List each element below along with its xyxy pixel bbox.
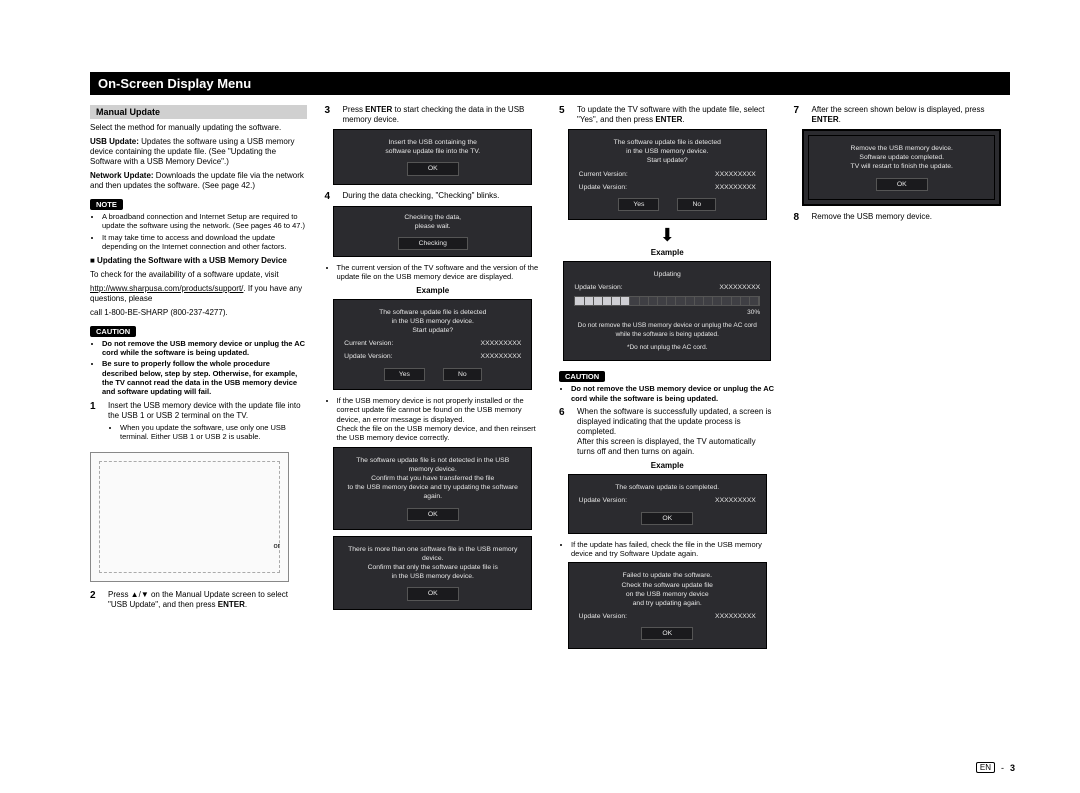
step-number: 8 [794, 212, 806, 223]
osd-update-failed: Failed to update the software. Check the… [568, 562, 767, 649]
note-list: A broadband connection and Internet Setu… [90, 212, 307, 252]
osd-update-complete: The software update is completed. Update… [568, 474, 767, 534]
step-number: 1 [90, 401, 102, 446]
osd-checking: Checking the data, please wait. Checking [333, 206, 532, 258]
update-fail-note: If the update has failed, check the file… [559, 540, 776, 559]
osd-ok-button: OK [641, 512, 693, 525]
example-label: Example [559, 461, 776, 470]
note-item: It may take time to access and download … [102, 233, 307, 252]
step4-error-note: If the USB memory device is not properly… [325, 396, 542, 443]
phone-line: call 1-800-BE-SHARP (800-237-4277). [90, 308, 307, 318]
support-link-line: http://www.sharpusa.com/products/support… [90, 284, 307, 304]
osd-caution-text: Do not remove the USB memory device or u… [574, 322, 760, 340]
content-columns: Manual Update Select the method for manu… [90, 105, 1010, 655]
step-text: Remove the USB memory device. [812, 212, 1011, 223]
note-item: A broadband connection and Internet Setu… [102, 212, 307, 231]
page-title: On-Screen Display Menu [90, 72, 1010, 95]
step-8: 8 Remove the USB memory device. [794, 212, 1011, 223]
column-1: Manual Update Select the method for manu… [90, 105, 307, 655]
osd-no-button: No [443, 368, 482, 381]
osd-no-button: No [677, 198, 716, 211]
column-2: 3 Press ENTER to start checking the data… [325, 105, 542, 655]
page-footer: EN - 3 [976, 762, 1015, 773]
step4-note: The current version of the TV software a… [325, 263, 542, 282]
note-badge: NOTE [90, 199, 123, 210]
osd-start-update-confirm: The software update file is detected in … [568, 129, 767, 220]
step-text: When the software is successfully update… [577, 407, 776, 457]
manual-update-heading: Manual Update [90, 105, 307, 119]
step-text: Press ▲/▼ on the Manual Update screen to… [108, 590, 307, 610]
step-5: 5 To update the TV software with the upd… [559, 105, 776, 125]
osd-error-not-detected: The software update file is not detected… [333, 447, 532, 530]
lang-badge: EN [976, 762, 995, 773]
step-2: 2 Press ▲/▼ on the Manual Update screen … [90, 590, 307, 610]
step-text: After the screen shown below is displaye… [812, 105, 1011, 125]
or-label: or [274, 541, 281, 550]
usb-terminal-illustration: or [90, 452, 289, 582]
osd-remove-usb: Remove the USB memory device. Software u… [808, 135, 995, 200]
caution-item: Be sure to properly follow the whole pro… [102, 359, 307, 397]
column-4: 7 After the screen shown below is displa… [794, 105, 1011, 655]
example-label: Example [325, 286, 542, 295]
sub-heading-usb: ■ Updating the Software with a USB Memor… [90, 256, 307, 266]
osd-updating-progress: Updating Update Version: XXXXXXXXX 30% D… [563, 261, 771, 361]
column-3: 5 To update the TV software with the upd… [559, 105, 776, 655]
osd-yes-button: Yes [384, 368, 425, 381]
step-7: 7 After the screen shown below is displa… [794, 105, 1011, 125]
osd-ok-button: OK [876, 178, 928, 191]
step-4: 4 During the data checking, "Checking" b… [325, 191, 542, 202]
step-text: Insert the USB memory device with the up… [108, 401, 307, 446]
caution-list: Do not remove the USB memory device or u… [90, 339, 307, 397]
osd-remove-usb-outer: Remove the USB memory device. Software u… [802, 129, 1001, 206]
support-link[interactable]: http://www.sharpusa.com/products/support… [90, 284, 243, 293]
progress-percent: 30% [574, 309, 760, 318]
caution-list: Do not remove the USB memory device or u… [559, 384, 776, 403]
step-number: 4 [325, 191, 337, 202]
step-3: 3 Press ENTER to start checking the data… [325, 105, 542, 125]
step-number: 2 [90, 590, 102, 610]
step-text: Press ENTER to start checking the data i… [343, 105, 542, 125]
step-number: 7 [794, 105, 806, 125]
arrow-down-icon: ⬇ [559, 226, 776, 244]
network-update-desc: Network Update: Downloads the update fil… [90, 171, 307, 191]
intro-text: Select the method for manually updating … [90, 123, 307, 133]
step-number: 3 [325, 105, 337, 125]
step-6: 6 When the software is successfully upda… [559, 407, 776, 457]
osd-yes-button: Yes [618, 198, 659, 211]
step-text: During the data checking, "Checking" bli… [343, 191, 542, 202]
osd-caution-foot: *Do not unplug the AC cord. [574, 344, 760, 353]
step-text: To update the TV software with the updat… [577, 105, 776, 125]
osd-insert-usb: Insert the USB containing the software u… [333, 129, 532, 185]
osd-ok-button: OK [407, 162, 459, 175]
osd-start-update: The software update file is detected in … [333, 299, 532, 390]
step-number: 5 [559, 105, 571, 125]
caution-badge: CAUTION [90, 326, 136, 337]
sub-body: To check for the availability of a softw… [90, 270, 307, 280]
step-number: 6 [559, 407, 571, 457]
step-1: 1 Insert the USB memory device with the … [90, 401, 307, 446]
osd-ok-button: OK [407, 587, 459, 600]
osd-ok-button: OK [641, 627, 693, 640]
progress-bar [574, 296, 760, 306]
osd-error-multiple-files: There is more than one software file in … [333, 536, 532, 610]
caution-item: Do not remove the USB memory device or u… [102, 339, 307, 358]
example-label: Example [559, 248, 776, 257]
osd-checking-label: Checking [398, 237, 468, 250]
page-number: 3 [1010, 763, 1015, 773]
osd-ok-button: OK [407, 508, 459, 521]
usb-update-desc: USB Update: Updates the software using a… [90, 137, 307, 167]
caution-badge: CAUTION [559, 371, 605, 382]
